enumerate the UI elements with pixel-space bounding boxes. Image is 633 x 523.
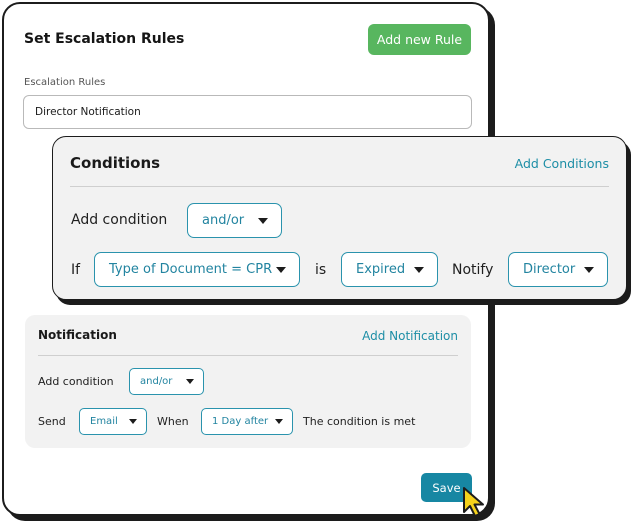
pointer-cursor-icon — [463, 487, 484, 517]
notify-label: Notify — [452, 262, 494, 278]
escalation-rules-label: Escalation Rules — [24, 77, 106, 88]
when-label: When — [157, 415, 189, 428]
add-notification-link[interactable]: Add Notification — [362, 329, 458, 343]
document-type-dropdown[interactable]: Type of Document = CPR — [94, 252, 300, 287]
notify-recipient-value: Director — [523, 262, 576, 277]
caret-down-icon — [414, 266, 424, 273]
notification-add-condition-label: Add condition — [38, 375, 114, 388]
caret-down-icon — [584, 266, 594, 273]
document-type-value: Type of Document = CPR — [109, 262, 273, 277]
is-label: is — [315, 262, 327, 278]
add-new-rule-button[interactable]: Add new Rule — [368, 24, 471, 55]
condition-combinator-dropdown[interactable]: and/or — [187, 203, 282, 238]
escalation-rule-name-input[interactable] — [23, 95, 472, 129]
notification-divider — [38, 355, 458, 356]
caret-down-icon — [258, 217, 268, 224]
status-dropdown[interactable]: Expired — [341, 252, 438, 287]
condition-met-text: The condition is met — [303, 415, 416, 428]
send-channel-dropdown[interactable]: Email — [79, 408, 147, 435]
caret-down-icon — [186, 379, 194, 384]
notification-title: Notification — [38, 328, 117, 342]
send-label: Send — [38, 415, 66, 428]
notification-combinator-value: and/or — [140, 376, 173, 387]
conditions-card: Conditions Add Conditions Add condition … — [52, 136, 627, 300]
page-title: Set Escalation Rules — [24, 31, 185, 47]
caret-down-icon — [275, 419, 283, 424]
status-value: Expired — [356, 262, 406, 277]
caret-down-icon — [276, 266, 286, 273]
send-channel-value: Email — [90, 416, 118, 427]
if-label: If — [71, 262, 81, 278]
caret-down-icon — [129, 419, 137, 424]
add-conditions-link[interactable]: Add Conditions — [515, 156, 609, 171]
notify-recipient-dropdown[interactable]: Director — [508, 252, 608, 287]
when-value: 1 Day after — [212, 416, 269, 427]
add-condition-label: Add condition — [71, 212, 168, 228]
notification-combinator-dropdown[interactable]: and/or — [129, 368, 204, 395]
condition-combinator-value: and/or — [202, 213, 245, 228]
conditions-divider — [70, 186, 609, 187]
when-dropdown[interactable]: 1 Day after — [201, 408, 293, 435]
conditions-title: Conditions — [70, 154, 161, 172]
notification-panel: Notification Add Notification Add condit… — [25, 315, 471, 448]
